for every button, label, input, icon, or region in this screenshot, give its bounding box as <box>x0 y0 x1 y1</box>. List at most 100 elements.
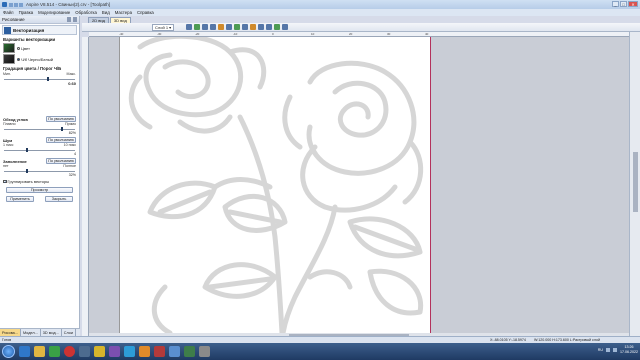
gradation-min-label: Мин. <box>3 72 11 76</box>
clock[interactable]: 13:26 17.06.2022 <box>620 345 638 354</box>
close-button[interactable]: ✕ <box>628 1 638 7</box>
start-button[interactable] <box>2 345 15 358</box>
minimize-button[interactable]: _ <box>612 1 619 7</box>
quick-redo-icon[interactable] <box>19 2 23 7</box>
media-taskbar-icon[interactable] <box>49 346 60 357</box>
grid-icon[interactable] <box>258 24 265 30</box>
slider-thumb[interactable] <box>47 77 50 81</box>
panel-title: Рисование <box>2 17 25 22</box>
app-taskbar-icon[interactable] <box>79 346 90 357</box>
scrollbar-thumb[interactable] <box>633 152 638 212</box>
menu-wizards[interactable]: Мастера <box>115 10 132 15</box>
noise-value: 4 <box>74 152 76 156</box>
vcarve-taskbar-icon[interactable] <box>124 346 135 357</box>
material-sheet[interactable] <box>119 37 431 333</box>
ie-taskbar-icon[interactable] <box>19 346 30 357</box>
mode-bw-label: Ч/б Черно/Белый <box>21 56 53 62</box>
measure-icon[interactable] <box>274 24 281 30</box>
drawing-canvas[interactable] <box>89 37 629 333</box>
vertical-scrollbar[interactable] <box>629 32 640 336</box>
cursor-coords: X:-88.0105 Y:-18.5974 <box>490 338 526 342</box>
corner-slider[interactable] <box>4 127 75 131</box>
noise-slider[interactable] <box>4 148 75 152</box>
ruler-tick: 40 <box>425 32 429 36</box>
fill-right-label: Полное <box>63 164 76 168</box>
panel-header: Рисование <box>0 16 79 24</box>
tab-modeling[interactable]: Модел... <box>21 329 41 336</box>
corner-title: Обход углов <box>3 116 28 122</box>
slider-thumb[interactable] <box>26 148 29 152</box>
slider-thumb[interactable] <box>61 127 64 131</box>
aspire-taskbar-icon[interactable] <box>109 346 120 357</box>
ruler-icon[interactable] <box>242 24 249 30</box>
opera-taskbar-icon[interactable] <box>64 346 75 357</box>
fit-view-icon[interactable] <box>234 24 241 30</box>
network-icon[interactable] <box>606 347 610 352</box>
panel-tabs: Рисова... Модел... 3D мод... Слои <box>0 328 80 336</box>
panel-help-icon[interactable] <box>73 17 77 22</box>
layers-icon[interactable] <box>266 24 273 30</box>
language-indicator[interactable]: RU <box>598 348 603 352</box>
zoom-icon[interactable] <box>218 24 225 30</box>
menu-bar: Файл Правка Моделирование Обработка Вид … <box>0 9 640 16</box>
taskbar: RU 13:26 17.06.2022 <box>0 343 640 360</box>
slider-thumb[interactable] <box>25 169 28 173</box>
group-vectors-checkbox[interactable] <box>3 179 7 184</box>
mode-bw-option[interactable]: Ч/б Черно/Белый <box>3 54 76 64</box>
app-icon <box>2 2 7 7</box>
maximize-button[interactable]: □ <box>620 1 627 7</box>
ruler-tick: 0 <box>272 32 274 36</box>
menu-modeling[interactable]: Моделирование <box>38 10 70 15</box>
move-icon[interactable] <box>210 24 217 30</box>
gradation-title: Градация цвета / Порог Ч/Б <box>3 66 62 71</box>
close-panel-button[interactable]: Закрыть <box>45 196 73 202</box>
menu-help[interactable]: Справка <box>137 10 154 15</box>
pan-icon[interactable] <box>226 24 233 30</box>
menu-edit[interactable]: Правка <box>19 10 34 15</box>
fill-slider[interactable] <box>4 169 75 173</box>
status-text: Готов <box>2 338 12 342</box>
folder-taskbar-icon[interactable] <box>139 346 150 357</box>
select-icon[interactable] <box>186 24 193 30</box>
clock-date: 17.06.2022 <box>620 349 638 354</box>
bw-radio[interactable] <box>17 57 20 61</box>
tab-3d-model[interactable]: 3D мод... <box>41 329 62 336</box>
group-vectors-option[interactable]: Группировать векторы <box>3 179 76 184</box>
panel-pin-icon[interactable] <box>67 17 71 22</box>
tab-layers[interactable]: Слои <box>62 329 76 336</box>
color-radio[interactable] <box>17 46 20 50</box>
preview-button[interactable]: Просмотр <box>6 187 73 193</box>
chrome-taskbar-icon[interactable] <box>184 346 195 357</box>
title-bar: Aspire V8.514 - Свиньи(2).crv - [Toolpat… <box>0 0 640 9</box>
fill-left-label: нет <box>3 164 9 168</box>
gradation-slider[interactable] <box>4 77 75 81</box>
yandex-taskbar-icon[interactable] <box>94 346 105 357</box>
tool-title-box: Векторизация <box>2 25 77 35</box>
paint-taskbar-icon[interactable] <box>169 346 180 357</box>
apply-button[interactable]: Применить <box>6 196 34 202</box>
ruler-tick: 30 <box>387 32 391 36</box>
corner-right-label: Прямо <box>65 122 76 126</box>
view-tabs: 2D вид 3D вид <box>82 16 640 23</box>
mode-color-option[interactable]: Цвет <box>3 43 76 53</box>
print-icon[interactable] <box>282 24 289 30</box>
pdf-taskbar-icon[interactable] <box>154 346 165 357</box>
quick-undo-icon[interactable] <box>14 2 18 7</box>
volume-icon[interactable] <box>613 347 617 352</box>
ruler-left <box>82 37 89 336</box>
node-edit-icon[interactable] <box>194 24 201 30</box>
layer-dropdown[interactable]: Слой 1 ▾ <box>152 23 175 31</box>
transform-icon[interactable] <box>202 24 209 30</box>
modes-title: Варианты векторизации <box>3 37 56 42</box>
corner-value: 82% <box>68 131 76 135</box>
menu-view[interactable]: Вид <box>102 10 110 15</box>
snap-icon[interactable] <box>250 24 257 30</box>
quick-save-icon[interactable] <box>9 2 13 7</box>
explorer-taskbar-icon[interactable] <box>34 346 45 357</box>
bw-mode-icon <box>3 54 15 64</box>
tool-taskbar-icon[interactable] <box>199 346 210 357</box>
ruler-tick: -30 <box>157 32 162 36</box>
tab-drawing[interactable]: Рисова... <box>0 329 21 336</box>
menu-file[interactable]: Файл <box>3 10 14 15</box>
menu-toolpaths[interactable]: Обработка <box>75 10 97 15</box>
